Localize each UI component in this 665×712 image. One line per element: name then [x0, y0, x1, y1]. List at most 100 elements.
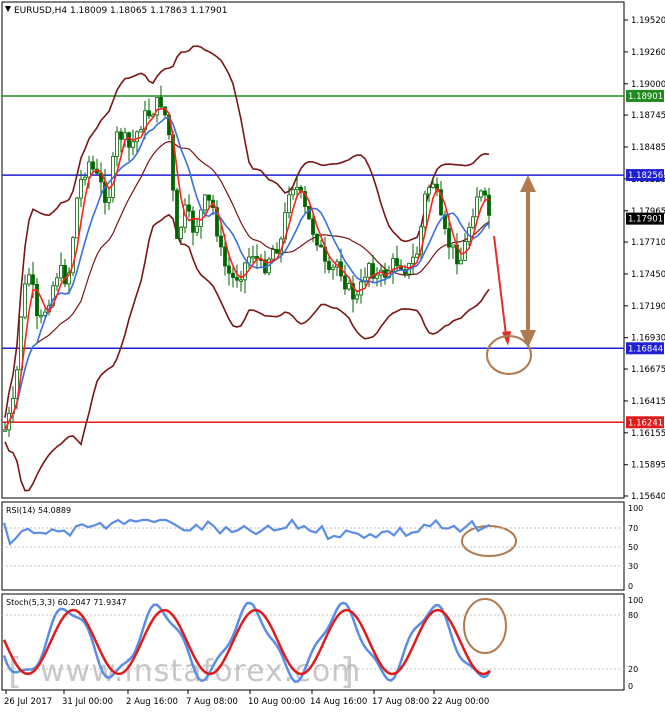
resistance-2-tag-label: 1.18256: [628, 171, 663, 181]
candle-body: [223, 246, 227, 267]
stoch-tick-label: 0: [628, 682, 633, 691]
candle-body: [231, 272, 235, 278]
candle-body: [235, 277, 239, 281]
candle-body: [59, 265, 63, 279]
candle-body: [131, 141, 135, 148]
candle-body: [291, 189, 295, 196]
candle-body: [39, 315, 43, 318]
candle-body: [31, 274, 35, 285]
candle-body: [359, 281, 363, 296]
candle-body: [327, 260, 331, 270]
candle-body: [87, 161, 91, 178]
candle-body: [451, 244, 455, 248]
candle-body: [423, 193, 427, 228]
stoch-tick-label: 20: [628, 665, 638, 674]
rsi-tick-label: 50: [628, 543, 638, 552]
candle-body: [471, 216, 475, 228]
candle-body: [115, 131, 119, 157]
candle-body: [83, 176, 87, 180]
price-tick-label: 1.15640: [631, 492, 665, 502]
price-panel[interactable]: [1, 1, 625, 499]
candle-body: [179, 226, 183, 239]
candle-body: [311, 218, 315, 235]
candle-body: [347, 283, 351, 290]
candle-body: [243, 262, 247, 281]
candle-body: [3, 429, 7, 432]
candle-body: [427, 187, 431, 195]
stoch-label: Stoch(5,3,3) 60.2047 71.9347: [6, 598, 126, 607]
candle-body: [195, 226, 199, 233]
candle-body: [63, 265, 67, 285]
time-tick-label: 22 Aug 00:00: [432, 697, 489, 707]
price-tick-label: 1.17190: [631, 302, 665, 312]
time-tick-label: 26 Jul 2017: [4, 697, 52, 707]
price-tick-label: 1.16155: [631, 429, 665, 439]
candle-body: [487, 194, 491, 216]
candle-body: [175, 189, 179, 239]
candle-body: [55, 277, 59, 287]
candle-body: [203, 194, 207, 211]
candle-body: [459, 259, 463, 265]
trading-chart: www.instaforex.com [ ] EURUSD,H4 1.18009…: [1, 1, 665, 707]
price-tick-label: 1.19000: [631, 80, 665, 90]
candle-body: [135, 131, 139, 143]
candle-body: [23, 283, 27, 318]
price-tick-label: 1.19520: [631, 16, 665, 26]
candle-body: [219, 235, 223, 248]
candle-body: [479, 190, 483, 198]
stoch-tick-label: 100: [628, 596, 643, 605]
support-1-tag-label: 1.16844: [628, 344, 663, 354]
candle-body: [395, 258, 399, 266]
time-tick-label: 10 Aug 00:00: [248, 697, 305, 707]
time-tick-label: 17 Aug 08:00: [372, 697, 429, 707]
price-tick-label: 1.17710: [631, 238, 665, 248]
watermark: www.instaforex.com: [40, 654, 361, 689]
stoch-tick-label: 80: [628, 611, 638, 620]
price-tick-label: 1.18485: [631, 143, 665, 153]
candle-body: [431, 183, 435, 188]
candle-body: [147, 110, 151, 117]
candle-body: [411, 256, 415, 264]
rsi-tick-label: 100: [628, 504, 643, 513]
time-tick-label: 31 Jul 00:00: [62, 697, 113, 707]
price-tick-label: 1.16415: [631, 397, 665, 407]
time-axis[interactable]: 26 Jul 2017 31 Jul 00:00 2 Aug 16:00 7 Aug …: [4, 690, 489, 707]
candle-body: [239, 279, 243, 282]
candle-body: [91, 161, 95, 170]
level-tags: 1.18901 1.18256 1.17901 1.16844 1.16241: [626, 89, 664, 429]
rsi-tick-label: 30: [628, 562, 638, 571]
time-tick-label: 2 Aug 16:00: [126, 697, 178, 707]
candle-body: [307, 206, 311, 220]
candle-body: [319, 244, 323, 248]
candle-body: [191, 210, 195, 233]
rsi-panel[interactable]: [1, 501, 625, 591]
candle-body: [315, 233, 319, 246]
candle-body: [227, 265, 231, 274]
rsi-tick-label: 70: [628, 524, 638, 533]
candle-body: [475, 196, 479, 218]
rsi-label: RSI(14) 54.0889: [6, 506, 71, 515]
candle-body: [355, 294, 359, 300]
resistance-1-tag-label: 1.18901: [628, 92, 663, 102]
time-tick-label: 14 Aug 16:00: [310, 697, 367, 707]
price-tick-label: 1.17450: [631, 270, 665, 280]
candle-body: [483, 190, 487, 196]
price-tick-label: 1.15895: [631, 461, 665, 471]
candle-body: [295, 186, 299, 191]
candle-body: [331, 266, 335, 270]
current-price-tag-label: 1.17901: [628, 215, 663, 225]
symbol-header: EURUSD,H4 1.18009 1.18065 1.17863 1.1790…: [14, 6, 227, 16]
candle-body: [187, 204, 191, 212]
price-tick-label: 1.18745: [631, 111, 665, 121]
candle-body: [79, 179, 83, 199]
support-2-tag-label: 1.16241: [628, 418, 663, 428]
candle-body: [123, 132, 127, 140]
rsi-axis: 100 70 50 30 0: [628, 504, 643, 591]
candle-body: [27, 274, 31, 285]
candle-body: [367, 263, 371, 278]
rsi-tick-label: 0: [628, 582, 633, 591]
candle-body: [375, 274, 379, 279]
candle-body: [207, 194, 211, 201]
candle-body: [107, 197, 111, 203]
price-axis[interactable]: 1.19520 1.19260 1.19000 1.18745 1.18485 1.182…: [624, 16, 665, 502]
